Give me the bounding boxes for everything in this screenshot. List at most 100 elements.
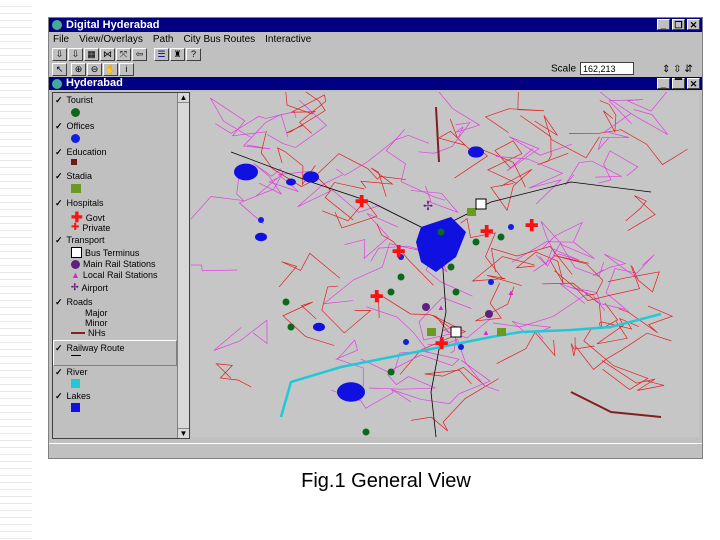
river-symbol xyxy=(71,379,80,388)
zoom-out-icon[interactable]: ⊖ xyxy=(87,63,102,76)
nh-line xyxy=(71,332,85,334)
road xyxy=(378,293,450,334)
map-window-title-bar: Hyderabad _ ▔ ✕ xyxy=(49,77,702,90)
road xyxy=(410,185,459,214)
restore-button[interactable]: ❐ xyxy=(672,19,685,30)
office-marker xyxy=(458,344,464,350)
road xyxy=(575,332,672,370)
open-icon[interactable]: ⇩ xyxy=(52,48,67,61)
map-maximize-button[interactable]: ▔ xyxy=(672,78,685,89)
tourist-marker xyxy=(362,428,370,436)
road xyxy=(495,156,564,205)
lake xyxy=(468,146,484,158)
menu-city-bus-routes[interactable]: City Bus Routes xyxy=(183,32,255,47)
hospital-marker: ✚ xyxy=(435,336,448,353)
road xyxy=(360,167,394,197)
back-icon[interactable]: ⇦ xyxy=(132,48,147,61)
tourist-marker xyxy=(437,228,445,236)
road xyxy=(534,115,600,159)
layer-hospitals[interactable]: ✓ Hospitals xyxy=(55,198,104,209)
road xyxy=(369,373,436,390)
legend-scrollbar[interactable]: ▲ ▼ xyxy=(177,93,189,438)
road xyxy=(540,221,595,259)
road xyxy=(520,115,569,166)
map-window-title: Hyderabad xyxy=(66,77,123,89)
layers-icon[interactable]: ▦ xyxy=(84,48,99,61)
road xyxy=(410,378,499,432)
nh-road xyxy=(435,106,440,163)
layer-offices[interactable]: ✓ Offices xyxy=(55,121,94,132)
map-canvas[interactable]: ✚ ✚ ✚ ✚ ✚ ✚ ▲ ▲ ▲ ✢ xyxy=(127,68,699,438)
road xyxy=(360,351,460,373)
road xyxy=(437,118,472,151)
layer-railway[interactable]: ✓ Railway Route xyxy=(55,343,125,354)
tourist-marker xyxy=(497,233,505,241)
road xyxy=(564,160,622,186)
lake xyxy=(303,171,319,183)
query-icon[interactable]: ? xyxy=(186,48,201,61)
tourist-marker xyxy=(472,238,480,246)
layer-tourist[interactable]: ✓ Tourist xyxy=(55,95,93,106)
save-icon[interactable]: ⇩ xyxy=(68,48,83,61)
layer-stadia[interactable]: ✓ Stadia xyxy=(55,171,92,182)
layer-roads[interactable]: ✓ Roads xyxy=(55,297,93,308)
menu-file[interactable]: File xyxy=(53,32,69,47)
layer-river[interactable]: ✓ River xyxy=(55,367,88,378)
road xyxy=(625,195,656,231)
road xyxy=(583,327,649,390)
lake xyxy=(255,232,267,242)
road xyxy=(571,287,626,311)
find-icon[interactable]: ♜ xyxy=(170,48,185,61)
local-rail-marker: ▲ xyxy=(507,288,515,297)
road xyxy=(454,147,526,188)
app-window: Digital Hyderabad _ ❐ ✕ File View/Overlays… xyxy=(48,17,703,459)
layer-education[interactable]: ✓ Education xyxy=(55,147,107,158)
lake xyxy=(286,178,296,186)
tourist-marker xyxy=(452,288,460,296)
lake-hussain-sagar xyxy=(416,217,466,272)
road xyxy=(242,113,289,150)
menu-view-overlays[interactable]: View/Overlays xyxy=(79,32,143,47)
pointer-icon[interactable]: ↖ xyxy=(52,63,67,76)
road xyxy=(226,68,315,115)
local-rail-marker: ▲ xyxy=(437,303,445,312)
layer-transport[interactable]: ✓ Transport xyxy=(55,235,105,246)
table-icon[interactable]: ☰ xyxy=(154,48,169,61)
hospital-marker: ✚ xyxy=(525,218,538,235)
road xyxy=(570,337,595,357)
globe-icon xyxy=(52,79,62,89)
map-view[interactable]: ✚ ✚ ✚ ✚ ✚ ✚ ▲ ▲ ▲ ✢ xyxy=(127,68,699,438)
road xyxy=(317,153,407,180)
road xyxy=(321,285,372,334)
railway-route xyxy=(230,151,652,233)
scale-input[interactable] xyxy=(580,62,635,75)
map-close-button[interactable]: ✕ xyxy=(687,78,700,89)
bus-terminus-icon xyxy=(71,247,82,258)
status-bar xyxy=(49,443,702,458)
bus-terminus-marker xyxy=(450,326,462,338)
close-button[interactable]: ✕ xyxy=(687,19,700,30)
road xyxy=(278,252,341,288)
office-marker xyxy=(508,224,514,230)
zoom-extent-icon[interactable]: ⋈ xyxy=(100,48,115,61)
layer-lakes[interactable]: ✓ Lakes xyxy=(55,391,91,402)
globe-icon xyxy=(52,20,62,30)
minimize-button[interactable]: _ xyxy=(657,19,670,30)
menu-path[interactable]: Path xyxy=(153,32,174,47)
toolbar-nav: ↖ ⊕ ⊖ ✋ i xyxy=(52,63,134,76)
nh-road xyxy=(570,391,662,418)
bus-terminus-marker xyxy=(475,198,487,210)
hospital-marker: ✚ xyxy=(370,289,383,306)
map-minimize-button[interactable]: _ xyxy=(657,78,670,89)
measure-icons[interactable]: ⇕ ⇳ ⇵ xyxy=(662,64,693,75)
zoom-in-icon[interactable]: ⊕ xyxy=(71,63,86,76)
pan-icon[interactable]: ✋ xyxy=(103,63,118,76)
menu-interactive[interactable]: Interactive xyxy=(265,32,311,47)
tourist-symbol xyxy=(71,108,80,117)
road xyxy=(344,213,398,260)
menu-bar: File View/Overlays Path City Bus Routes … xyxy=(49,32,311,47)
office-marker xyxy=(488,279,494,285)
zoom-full-icon[interactable]: ⤧ xyxy=(116,48,131,61)
tourist-marker xyxy=(282,298,290,306)
identify-icon[interactable]: i xyxy=(119,63,134,76)
